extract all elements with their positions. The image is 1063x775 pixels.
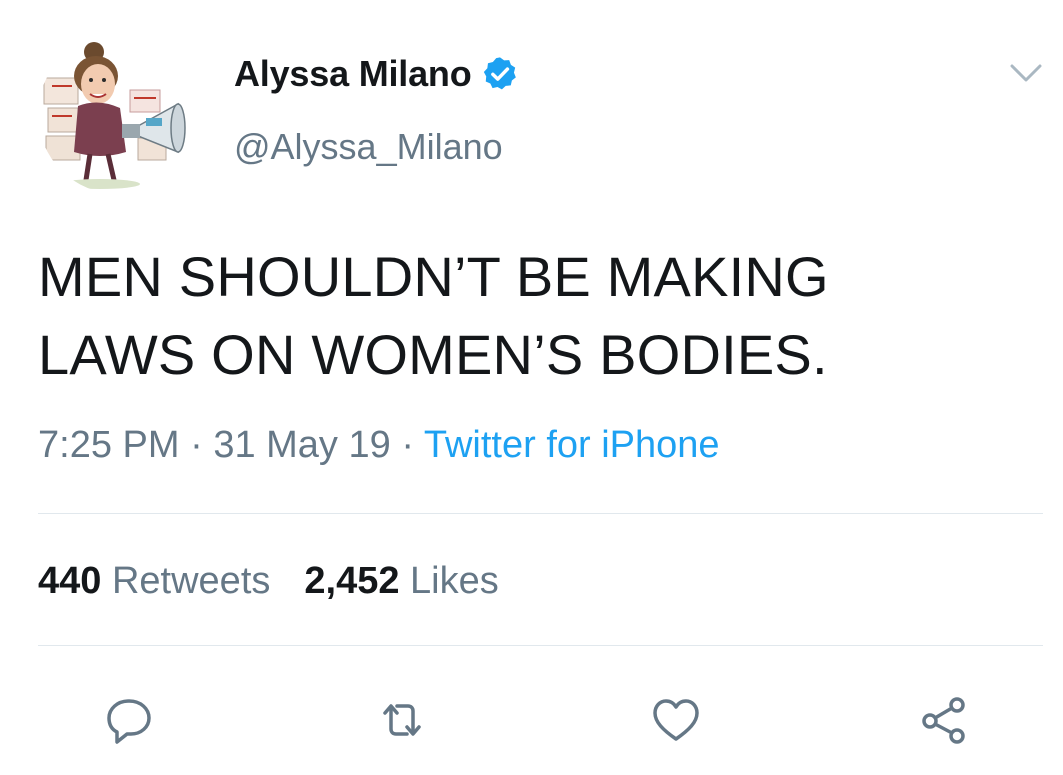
tweet-date: 31 May 19 — [213, 424, 391, 466]
retweets-stat[interactable]: 440 Retweets — [38, 560, 270, 603]
tweet-text-line-2: LAWS ON WOMEN’S BODIES. — [38, 323, 828, 386]
display-name[interactable]: Alyssa Milano — [234, 53, 472, 95]
share-button[interactable] — [914, 690, 974, 750]
divider — [38, 513, 1043, 514]
tweet-text-line-1: MEN SHOULDN’T BE MAKING — [38, 245, 829, 308]
avatar[interactable] — [38, 34, 198, 194]
retweets-label: Retweets — [111, 560, 271, 602]
tweet-stats: 440 Retweets 2,452 Likes — [38, 560, 499, 603]
avatar-caricature-image — [43, 42, 186, 189]
divider — [38, 645, 1043, 646]
verified-badge-icon — [484, 57, 517, 90]
reply-button[interactable] — [99, 690, 159, 750]
likes-count: 2,452 — [304, 560, 400, 602]
tweet-source-link[interactable]: Twitter for iPhone — [424, 424, 720, 466]
retweet-icon — [383, 704, 421, 736]
reply-icon — [107, 699, 151, 744]
chevron-down-icon[interactable] — [1009, 62, 1043, 84]
tweet-text: MEN SHOULDN’T BE MAKING LAWS ON WOMEN’S … — [38, 238, 1038, 394]
like-button[interactable] — [646, 690, 706, 750]
tweet-detail: Alyssa Milano @Alyssa_Milano MEN SHOULDN… — [0, 0, 1063, 775]
share-icon — [922, 697, 965, 744]
likes-label: Likes — [410, 560, 499, 602]
heart-icon — [653, 699, 699, 741]
meta-separator: · — [179, 424, 214, 466]
tweet-meta: 7:25 PM · 31 May 19 · Twitter for iPhone — [38, 424, 720, 467]
author-block: Alyssa Milano @Alyssa_Milano — [234, 52, 519, 168]
retweets-count: 440 — [38, 560, 102, 602]
handle[interactable]: @Alyssa_Milano — [234, 126, 519, 168]
retweet-button[interactable] — [372, 690, 432, 750]
tweet-time: 7:25 PM — [38, 424, 180, 466]
likes-stat[interactable]: 2,452 Likes — [304, 560, 498, 603]
author-name-row: Alyssa Milano — [234, 52, 519, 96]
meta-separator: · — [390, 424, 424, 466]
